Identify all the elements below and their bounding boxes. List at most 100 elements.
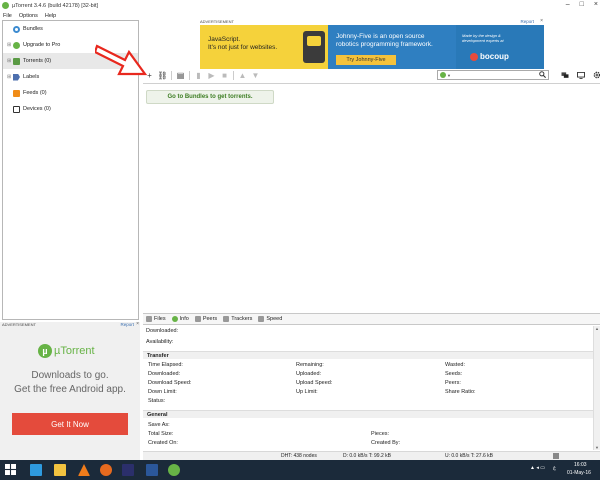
bocoup-logo: bocoup xyxy=(470,52,509,61)
banner-js-text: JavaScript. It's not just for websites. xyxy=(208,36,278,51)
banner-ad-image[interactable]: JavaScript. It's not just for websites. … xyxy=(200,25,544,69)
upload-status: U: 0.0 kB/s T: 27.6 kB xyxy=(445,453,493,459)
move-up-button[interactable]: ▲ xyxy=(236,70,249,82)
search-icon[interactable] xyxy=(539,70,547,80)
tab-files[interactable]: Files xyxy=(146,316,166,322)
downloaded-field-label: Downloaded: xyxy=(148,371,181,377)
try-johnny-five-button[interactable]: Try Johnny-Five xyxy=(336,55,396,65)
ad-report-link[interactable]: Report xyxy=(520,19,534,24)
expand-icon[interactable]: ⊞ xyxy=(7,74,12,80)
sidebar-item-label: Torrents (0) xyxy=(23,58,52,64)
task-view-icon[interactable] xyxy=(30,464,42,476)
banner-advertisement: ADVERTISEMENT Report × JavaScript. It's … xyxy=(200,18,544,69)
input-language[interactable]: ﻉ xyxy=(553,465,556,471)
tab-trackers[interactable]: Trackers xyxy=(223,316,252,322)
add-torrent-button[interactable]: + xyxy=(143,70,156,82)
general-header: General xyxy=(143,410,593,418)
remove-torrent-button[interactable]: ▮ xyxy=(192,70,205,82)
warning-icon[interactable] xyxy=(553,453,559,459)
ad-headline: Downloads to go. xyxy=(31,370,109,381)
tray-icons[interactable]: ▲ ◂ ▭ xyxy=(530,465,545,471)
gear-icon[interactable] xyxy=(590,69,600,81)
word-icon[interactable] xyxy=(146,464,158,476)
remote-device-icon[interactable] xyxy=(574,69,587,81)
menu-file[interactable]: File xyxy=(3,13,12,19)
file-explorer-icon[interactable] xyxy=(54,464,66,476)
get-it-now-button[interactable]: Get It Now xyxy=(12,413,128,435)
ad-close-icon[interactable]: × xyxy=(540,18,543,24)
device-icon xyxy=(13,105,20,113)
search-input[interactable]: ▼ xyxy=(437,70,549,80)
search-engine-icon[interactable] xyxy=(440,72,446,78)
up-limit-label: Up Limit: xyxy=(296,389,318,395)
status-bar: DHT: 438 nodes D: 0.0 kB/s T: 99.2 kB U:… xyxy=(143,451,600,460)
menu-help[interactable]: Help xyxy=(45,13,56,19)
banner-right-panel: Made by the design & development experts… xyxy=(456,25,544,69)
upload-speed-label: Upload Speed: xyxy=(296,380,333,386)
clock-date[interactable]: 01-May-16 xyxy=(567,470,591,476)
created-by-label: Created By: xyxy=(371,440,401,446)
remaining-label: Remaining: xyxy=(296,362,324,368)
save-as-label: Save As: xyxy=(148,422,170,428)
utorrent-taskbar-icon[interactable] xyxy=(168,464,180,476)
move-down-button[interactable]: ▼ xyxy=(249,70,262,82)
vlc-icon[interactable] xyxy=(78,464,90,476)
clock-time[interactable]: 16:03 xyxy=(574,462,587,468)
info-panel: Downloaded: Availability: Transfer Time … xyxy=(143,326,593,450)
sidebar-item-label: Feeds (0) xyxy=(23,90,47,96)
rss-feed-icon xyxy=(13,89,20,97)
title-bar: µTorrent 3.4.6 (build 42178) [32-bit] – … xyxy=(0,0,600,11)
robot-icon xyxy=(303,31,325,63)
close-button[interactable]: × xyxy=(594,1,598,8)
tab-info[interactable]: Info xyxy=(171,316,189,322)
peers-icon xyxy=(194,316,201,322)
details-scrollbar[interactable]: ▲ ▼ xyxy=(593,326,600,450)
add-torrent-url-button[interactable]: ⛓ xyxy=(156,70,169,82)
sidebar-item-devices[interactable]: Devices (0) xyxy=(3,101,138,117)
sidebar-item-label: Devices (0) xyxy=(23,106,51,112)
scroll-down-icon[interactable]: ▼ xyxy=(595,445,599,450)
ad-label: ADVERTISEMENT xyxy=(200,19,234,24)
expand-icon[interactable]: ⊞ xyxy=(7,58,12,64)
ad-subline: Get the free Android app. xyxy=(14,384,126,395)
label-tag-icon xyxy=(13,73,20,81)
scroll-up-icon[interactable]: ▲ xyxy=(595,326,599,331)
sidebar-item-feeds[interactable]: Feeds (0) xyxy=(3,85,138,101)
tab-peers[interactable]: Peers xyxy=(194,316,217,322)
ad-close-icon[interactable]: × xyxy=(136,321,139,327)
windows-start-icon[interactable] xyxy=(5,464,17,476)
photoshop-icon[interactable] xyxy=(122,464,134,476)
firefox-icon[interactable] xyxy=(100,464,112,476)
wasted-label: Wasted: xyxy=(445,362,465,368)
create-torrent-button[interactable]: ▤ xyxy=(174,70,187,82)
transfer-header: Transfer xyxy=(143,351,593,359)
sidebar-item-label: Labels xyxy=(23,74,40,80)
menu-options[interactable]: Options xyxy=(19,13,38,19)
minimize-button[interactable]: – xyxy=(566,1,570,8)
downloaded-label: Downloaded: xyxy=(146,328,179,334)
info-icon xyxy=(171,316,178,322)
window-title: µTorrent 3.4.6 (build 42178) [32-bit] xyxy=(12,2,99,9)
sidebar-item-label: Upgrade to Pro xyxy=(23,42,61,48)
stop-torrent-button[interactable]: ■ xyxy=(218,70,231,82)
banner-mid-panel: Johnny-Five is an open source robotics p… xyxy=(328,25,456,69)
chevron-down-icon[interactable]: ▼ xyxy=(447,73,451,78)
sidebar-item-label: Bundles xyxy=(23,26,43,32)
upgrade-icon xyxy=(13,41,20,49)
expand-icon[interactable]: ⊞ xyxy=(7,42,12,48)
chat-icon[interactable] xyxy=(558,69,571,81)
total-size-label: Total Size: xyxy=(148,431,174,437)
sidebar-item-bundles[interactable]: Bundles xyxy=(3,21,138,37)
torrent-list[interactable]: Go to Bundles to get torrents. xyxy=(143,83,600,311)
maximize-button[interactable]: □ xyxy=(580,1,584,8)
dht-status: DHT: 438 nodes xyxy=(281,453,317,459)
ad-report-link[interactable]: Report xyxy=(120,322,134,327)
go-to-bundles-link[interactable]: Go to Bundles to get torrents. xyxy=(146,90,274,104)
start-torrent-button[interactable]: ▶ xyxy=(205,70,218,82)
status-label: Status: xyxy=(148,398,166,404)
toolbar: + ⛓ ▤ ▮ ▶ ■ ▲ ▼ ▼ xyxy=(143,69,600,82)
side-advertisement: ADVERTISEMENT Report × µ µTorrent Downloa… xyxy=(0,321,140,460)
ad-label: ADVERTISEMENT xyxy=(2,322,36,327)
tab-speed[interactable]: Speed xyxy=(258,316,282,322)
detail-tabs: Files Info Peers Trackers Speed xyxy=(143,313,600,325)
